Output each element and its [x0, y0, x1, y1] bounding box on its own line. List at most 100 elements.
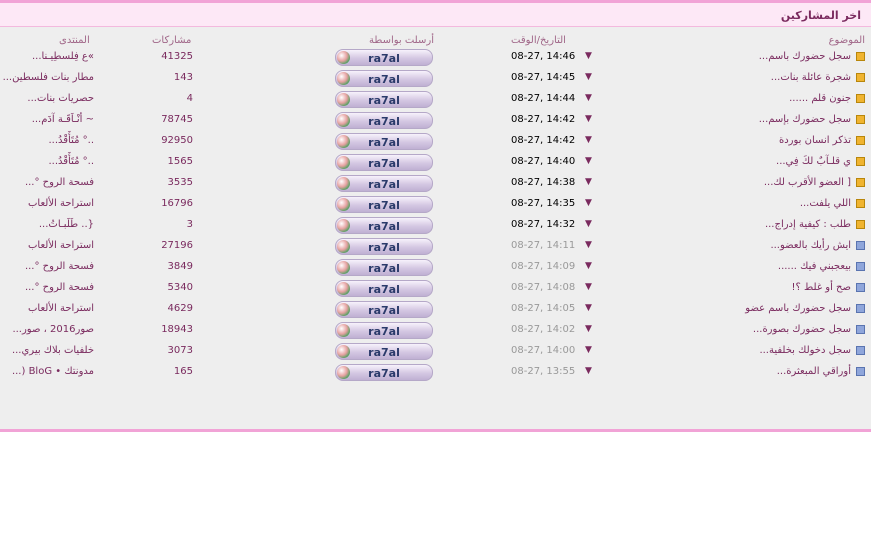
sender-button[interactable]: ra7al [335, 112, 433, 129]
forum-link[interactable]: ..° مُتَأَقْدُ... [48, 156, 94, 167]
forum-link[interactable]: {.. طَلَبـاتُ... [39, 219, 94, 230]
topic-link[interactable]: سجل حضورك باسم عضو [745, 303, 851, 314]
table-row: تذكر انسان بوردة ▼ 08-27, 14:42 ra7al 92950.… [0, 131, 871, 152]
forum-link[interactable]: مدونتك • BloG (... [12, 366, 94, 377]
sender-button[interactable]: ra7al [335, 196, 433, 213]
posts-count: 4 [186, 93, 193, 104]
column-header-topic: الموضوع [828, 35, 865, 46]
post-date: 08-27, 14:05 [511, 303, 576, 314]
folder-icon [856, 73, 865, 82]
forum-link[interactable]: حصريات بنات... [27, 93, 94, 104]
sender-button[interactable]: ra7al [335, 280, 433, 297]
topic-link[interactable]: بيعجبني فيك ...... [778, 261, 851, 272]
forum-link[interactable]: ~ أنْـاَقَـة آدَم... [32, 114, 94, 125]
topic-link[interactable]: شجرة عائلة بنات... [771, 72, 851, 83]
topic-link[interactable]: جنون قلم ...... [789, 93, 851, 104]
posts-count: 16796 [161, 198, 193, 209]
topic-link[interactable]: طلب : كيفية إدراج... [765, 219, 851, 230]
latest-posts-panel: الموضوع التاريخ/الوقت أرسلت بواسطة مشارك… [0, 27, 871, 432]
sender-button[interactable]: ra7al [335, 259, 433, 276]
sender-button[interactable]: ra7al [335, 343, 433, 360]
table-row: سجل حضورك باسم... ▼ 08-27, 14:46 ra7al 41325… [0, 47, 871, 68]
post-date: 08-27, 14:08 [511, 282, 576, 293]
down-arrow-icon[interactable]: ▼ [585, 156, 592, 166]
down-arrow-icon[interactable]: ▼ [585, 261, 592, 271]
table-row: سجل دخولك بخلفية... ▼ 08-27, 14:00 ra7al 307… [0, 341, 871, 362]
down-arrow-icon[interactable]: ▼ [585, 93, 592, 103]
post-date: 08-27, 14:40 [511, 156, 576, 167]
down-arrow-icon[interactable]: ▼ [585, 51, 592, 61]
down-arrow-icon[interactable]: ▼ [585, 282, 592, 292]
sender-name: ra7al [368, 241, 400, 254]
down-arrow-icon[interactable]: ▼ [585, 240, 592, 250]
column-header-forum: المنتدى [59, 35, 90, 46]
panel-header: اخر المشاركين [0, 3, 871, 27]
topic-link[interactable]: سجل دخولك بخلفية... [759, 345, 851, 356]
folder-icon [856, 136, 865, 145]
table-row: أوراقي المبعثرة... ▼ 08-27, 13:55 ra7al 165 م… [0, 362, 871, 383]
down-arrow-icon[interactable]: ▼ [585, 177, 592, 187]
down-arrow-icon[interactable]: ▼ [585, 345, 592, 355]
forum-link[interactable]: »ع فِلسطِيـنا... [32, 51, 94, 62]
sender-name: ra7al [368, 178, 400, 191]
post-date: 08-27, 14:09 [511, 261, 576, 272]
post-date: 08-27, 14:35 [511, 198, 576, 209]
sender-button[interactable]: ra7al [335, 238, 433, 255]
posts-count: 18943 [161, 324, 193, 335]
sender-button[interactable]: ra7al [335, 154, 433, 171]
folder-icon [856, 367, 865, 376]
down-arrow-icon[interactable]: ▼ [585, 219, 592, 229]
down-arrow-icon[interactable]: ▼ [585, 303, 592, 313]
sender-button[interactable]: ra7al [335, 322, 433, 339]
down-arrow-icon[interactable]: ▼ [585, 198, 592, 208]
forum-link[interactable]: استراحة الألعاب [28, 240, 94, 251]
sender-button[interactable]: ra7al [335, 301, 433, 318]
panel-title: اخر المشاركين [780, 9, 861, 22]
folder-icon [856, 241, 865, 250]
forum-link[interactable]: استراحة الألعاب [28, 303, 94, 314]
topic-link[interactable]: أوراقي المبعثرة... [777, 366, 851, 377]
forum-link[interactable]: صور2016 ، صور... [12, 324, 94, 335]
topic-link[interactable]: سجل حضورك بصورة... [753, 324, 851, 335]
sender-button[interactable]: ra7al [335, 217, 433, 234]
folder-icon [856, 115, 865, 124]
down-arrow-icon[interactable]: ▼ [585, 366, 592, 376]
forum-link[interactable]: خلفيات بلاك بيري... [12, 345, 94, 356]
sender-button[interactable]: ra7al [335, 364, 433, 381]
sender-button[interactable]: ra7al [335, 175, 433, 192]
forum-link[interactable]: ..° مُتَأَقْدُ... [48, 135, 94, 146]
topic-link[interactable]: سجل حضورك بإسم... [759, 114, 851, 125]
topic-link[interactable]: ايش رأيك بالعضو... [770, 240, 851, 251]
topic-link[interactable]: صح أو غلط ؟! [792, 282, 851, 293]
forum-link[interactable]: فسحة الروح °... [25, 261, 94, 272]
posts-count: 3 [186, 219, 193, 230]
down-arrow-icon[interactable]: ▼ [585, 114, 592, 124]
sender-name: ra7al [368, 325, 400, 338]
folder-icon [856, 325, 865, 334]
down-arrow-icon[interactable]: ▼ [585, 135, 592, 145]
post-date: 08-27, 13:55 [511, 366, 576, 377]
post-date: 08-27, 14:42 [511, 135, 576, 146]
sender-button[interactable]: ra7al [335, 91, 433, 108]
post-date: 08-27, 14:45 [511, 72, 576, 83]
sender-name: ra7al [368, 52, 400, 65]
topic-link[interactable]: ي قلـآبٌ لكَ فِي... [776, 156, 851, 167]
forum-link[interactable]: فسحة الروح °... [25, 282, 94, 293]
table-row: ايش رأيك بالعضو... ▼ 08-27, 14:11 ra7al 2719… [0, 236, 871, 257]
post-date: 08-27, 14:46 [511, 51, 576, 62]
sender-name: ra7al [368, 94, 400, 107]
topic-link[interactable]: [ العضو الأقرب لك... [764, 177, 851, 188]
forum-link[interactable]: فسحة الروح °... [25, 177, 94, 188]
table-row: صح أو غلط ؟! ▼ 08-27, 14:08 ra7al 5340 فسحة ا… [0, 278, 871, 299]
forum-link[interactable]: استراحة الألعاب [28, 198, 94, 209]
sender-button[interactable]: ra7al [335, 133, 433, 150]
forum-link[interactable]: مطار بنات فلسطين... [3, 72, 94, 83]
sender-name: ra7al [368, 262, 400, 275]
sender-button[interactable]: ra7al [335, 49, 433, 66]
down-arrow-icon[interactable]: ▼ [585, 72, 592, 82]
topic-link[interactable]: تذكر انسان بوردة [779, 135, 851, 146]
down-arrow-icon[interactable]: ▼ [585, 324, 592, 334]
topic-link[interactable]: سجل حضورك باسم... [759, 51, 851, 62]
topic-link[interactable]: اللي يلفت... [800, 198, 851, 209]
sender-button[interactable]: ra7al [335, 70, 433, 87]
